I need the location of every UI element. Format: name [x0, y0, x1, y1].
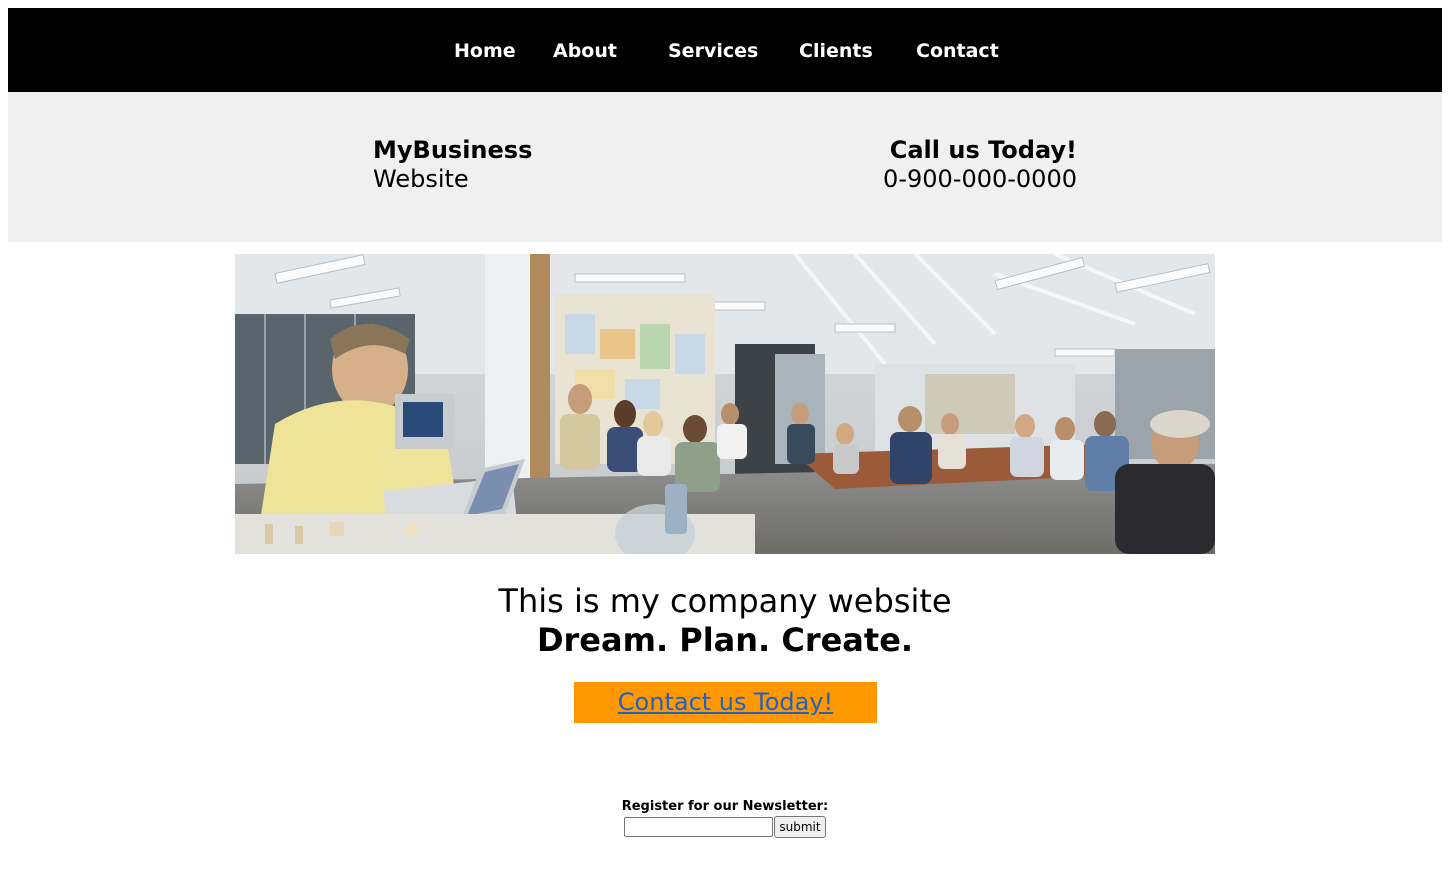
newsletter-label: Register for our Newsletter: — [621, 799, 829, 814]
tagline-line-2: Dream. Plan. Create. — [536, 621, 914, 659]
phone-number: 0-900-000-0000 — [883, 165, 1077, 193]
brand-subtitle: Website — [373, 165, 469, 193]
top-navbar: Home About Services Clients Contact — [8, 8, 1442, 92]
hero-image — [235, 254, 1215, 554]
office-meeting-photo — [235, 254, 1215, 554]
nav-services-link[interactable]: Services — [668, 38, 758, 64]
call-us-title: Call us Today! — [889, 136, 1077, 164]
newsletter-form: Register for our Newsletter: submit — [8, 798, 1442, 838]
header-band: MyBusiness Website Call us Today! 0-900-… — [8, 92, 1442, 242]
brand-name: MyBusiness — [373, 136, 533, 164]
nav-clients-link[interactable]: Clients — [799, 38, 873, 64]
contact-cta-box: Contact us Today! — [574, 682, 877, 723]
tagline-line-1: This is my company website — [498, 582, 952, 620]
contact-us-today-link[interactable]: Contact us Today! — [618, 687, 833, 717]
newsletter-email-input[interactable] — [624, 817, 774, 837]
newsletter-row: submit — [624, 816, 826, 838]
nav-home-link[interactable]: Home — [454, 38, 516, 64]
brand-block: MyBusiness Website — [373, 136, 532, 194]
newsletter-submit-button[interactable]: submit — [774, 816, 826, 838]
page: Home About Services Clients Contact MyBu… — [8, 8, 1442, 838]
nav-about-link[interactable]: About — [553, 38, 617, 64]
nav-contact-link[interactable]: Contact — [916, 38, 999, 64]
call-us-block: Call us Today! 0-900-000-0000 — [883, 136, 1077, 194]
tagline-block: This is my company website Dream. Plan. … — [8, 582, 1442, 660]
